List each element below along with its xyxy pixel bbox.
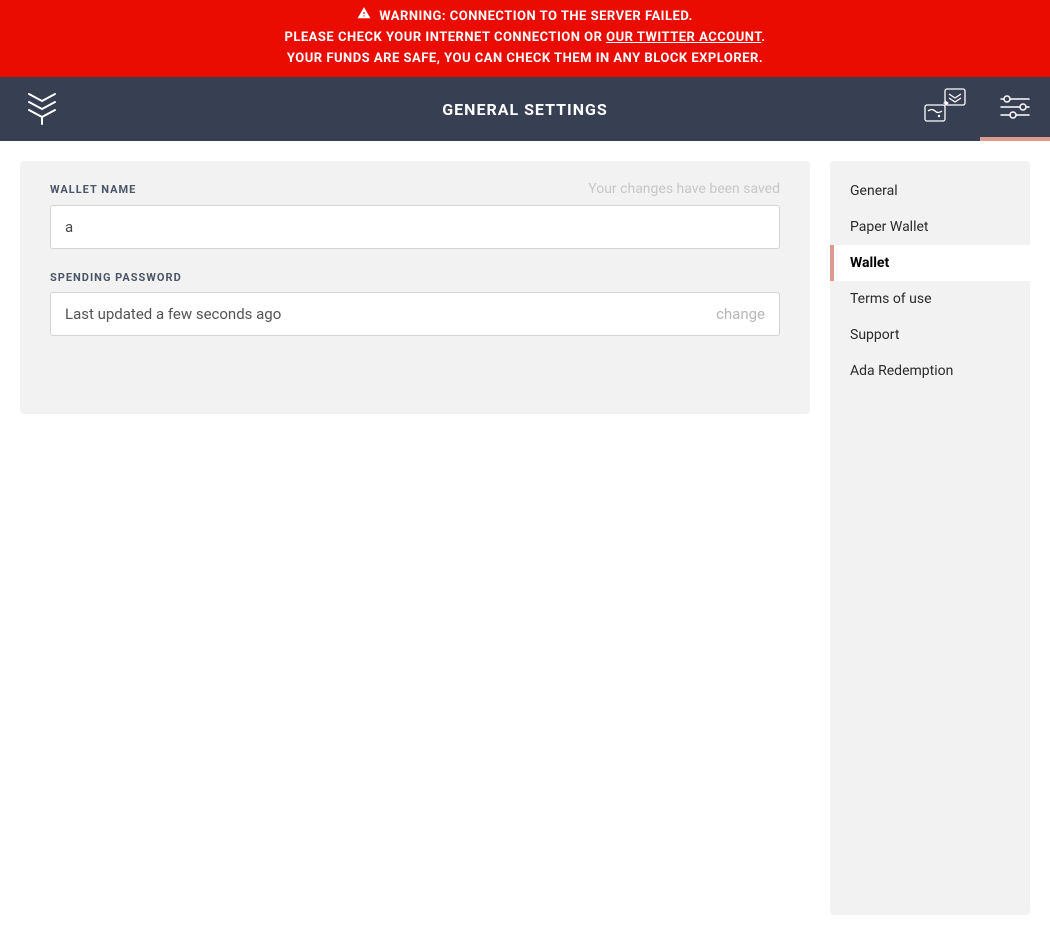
sidebar-item-support[interactable]: Support <box>830 317 1030 353</box>
warning-line1: WARNING: CONNECTION TO THE SERVER FAILED… <box>379 6 693 27</box>
warning-line3: YOUR FUNDS ARE SAFE, YOU CAN CHECK THEM … <box>20 48 1030 69</box>
header-actions <box>910 77 1050 141</box>
spending-password-row: Last updated a few seconds ago change <box>50 292 780 336</box>
wallets-button[interactable] <box>910 77 980 141</box>
wallet-name-label: WALLET NAME <box>50 183 136 196</box>
twitter-link[interactable]: OUR TWITTER ACCOUNT <box>606 30 761 45</box>
warning-icon <box>357 6 371 27</box>
page-title: GENERAL SETTINGS <box>442 100 608 119</box>
sidebar-item-terms-of-use[interactable]: Terms of use <box>830 281 1030 317</box>
sidebar-item-ada-redemption[interactable]: Ada Redemption <box>830 353 1030 389</box>
header-bar: GENERAL SETTINGS <box>0 77 1050 141</box>
sidebar-item-wallet[interactable]: Wallet <box>830 245 1030 281</box>
app-logo[interactable] <box>0 77 84 141</box>
password-updated-text: Last updated a few seconds ago <box>65 305 281 323</box>
spending-password-group: SPENDING PASSWORD Last updated a few sec… <box>50 271 780 336</box>
wallet-name-group: WALLET NAME Your changes have been saved <box>50 181 780 249</box>
sidebar-item-general[interactable]: General <box>830 173 1030 209</box>
warning-line2: PLEASE CHECK YOUR INTERNET CONNECTION OR… <box>20 27 1030 48</box>
settings-sliders-icon <box>999 95 1031 123</box>
warning-banner: WARNING: CONNECTION TO THE SERVER FAILED… <box>0 0 1050 77</box>
settings-button[interactable] <box>980 77 1050 141</box>
wallet-name-input[interactable] <box>50 205 780 249</box>
wallets-stack-icon <box>923 87 967 131</box>
save-status: Your changes have been saved <box>588 181 780 197</box>
settings-sidebar: General Paper Wallet Wallet Terms of use… <box>830 161 1030 915</box>
content-area: WALLET NAME Your changes have been saved… <box>0 141 1050 935</box>
change-password-button[interactable]: change <box>716 305 765 323</box>
spending-password-label: SPENDING PASSWORD <box>50 271 182 284</box>
main-settings-panel: WALLET NAME Your changes have been saved… <box>20 161 810 414</box>
sidebar-item-paper-wallet[interactable]: Paper Wallet <box>830 209 1030 245</box>
